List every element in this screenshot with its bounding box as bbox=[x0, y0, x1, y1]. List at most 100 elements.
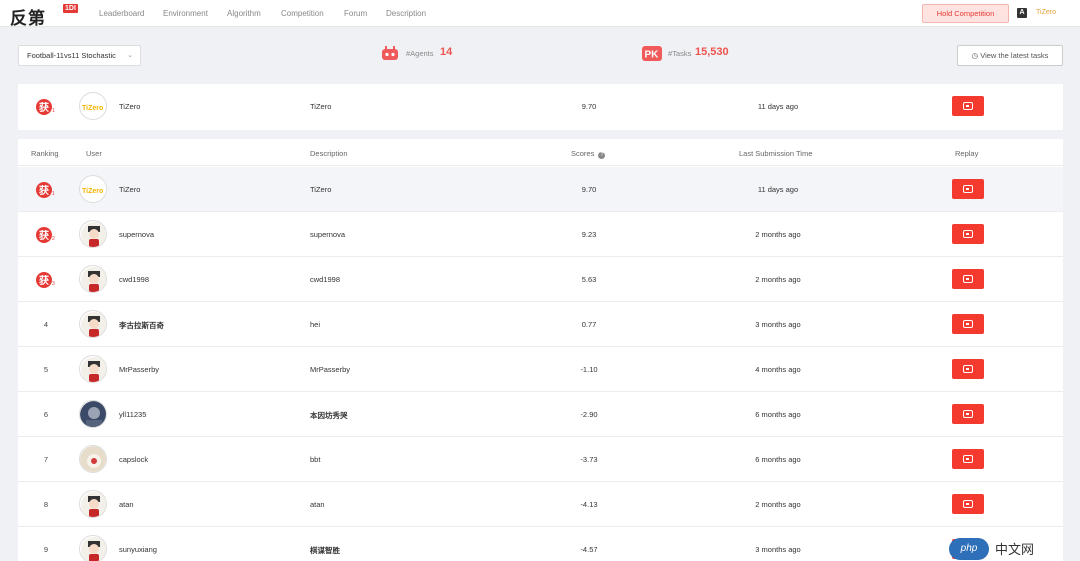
nav-environment[interactable]: Environment bbox=[163, 9, 208, 18]
nav-competition[interactable]: Competition bbox=[281, 9, 324, 18]
nav-forum[interactable]: Forum bbox=[344, 9, 367, 18]
replay-button[interactable] bbox=[952, 179, 984, 199]
tizero-logo-icon: TiZero bbox=[82, 188, 103, 195]
medal-icon: 获2 bbox=[36, 227, 55, 243]
tizero-logo-icon: TiZero bbox=[82, 105, 103, 112]
user-name[interactable]: cwd1998 bbox=[119, 275, 149, 284]
svg-text:1: 1 bbox=[52, 191, 55, 197]
submission-time: 11 days ago bbox=[757, 102, 799, 111]
rank-cell: 9 bbox=[43, 545, 49, 554]
agents-label: #Agents bbox=[406, 49, 434, 58]
rank-cell: 6 bbox=[43, 410, 49, 419]
tasks-stat: PK #Tasks 15,530 bbox=[642, 45, 752, 63]
table-row: 获 2 supernova supernova 9.23 2 months ago bbox=[18, 212, 1063, 257]
description: 本因坊秀哭 bbox=[310, 411, 348, 420]
leaderboard-table: Ranking User Description Scores ? Last S… bbox=[18, 139, 1063, 561]
user-name[interactable]: capslock bbox=[119, 455, 148, 464]
top-nav: 反第 1DI Leaderboard Environment Algorithm… bbox=[0, 0, 1080, 29]
avatar: TiZero bbox=[79, 92, 107, 120]
table-row: 4 李古拉斯百奇 hei 0.77 3 months ago bbox=[18, 302, 1063, 347]
user-name[interactable]: TiZero bbox=[119, 102, 140, 111]
description: TiZero bbox=[310, 102, 332, 111]
hold-competition-button[interactable]: Hold Competition bbox=[922, 4, 1009, 23]
video-icon bbox=[963, 230, 973, 238]
score: -4.57 bbox=[580, 545, 598, 554]
header-last-submission: Last Submission Time bbox=[739, 149, 813, 158]
video-icon bbox=[963, 102, 973, 110]
video-icon bbox=[963, 500, 973, 508]
table-header: Ranking User Description Scores ? Last S… bbox=[18, 139, 1063, 166]
help-icon[interactable]: ? bbox=[598, 152, 606, 159]
replay-button[interactable] bbox=[952, 269, 984, 289]
header-user: User bbox=[86, 149, 102, 158]
character-avatar-icon bbox=[81, 537, 106, 561]
score: 5.63 bbox=[581, 275, 597, 284]
watermark-text: 中文网 bbox=[995, 542, 1035, 557]
view-latest-tasks-button[interactable]: ◷ View the latest tasks bbox=[957, 45, 1063, 66]
rank-cell: 获3 bbox=[32, 257, 60, 302]
replay-button[interactable] bbox=[952, 449, 984, 469]
medal-icon: 获1 bbox=[36, 182, 55, 198]
agents-value: 14 bbox=[440, 46, 453, 58]
user-name[interactable]: sunyuxiang bbox=[119, 545, 157, 554]
site-logo[interactable]: 反第 bbox=[10, 4, 46, 29]
svg-text:获: 获 bbox=[38, 101, 49, 114]
video-icon bbox=[963, 455, 973, 463]
score: -4.13 bbox=[580, 500, 598, 509]
score: 9.23 bbox=[581, 230, 597, 239]
submission-time: 6 months ago bbox=[755, 455, 801, 464]
replay-button[interactable] bbox=[952, 96, 984, 116]
nav-description[interactable]: Description bbox=[386, 9, 426, 18]
avatar bbox=[79, 355, 107, 383]
replay-button[interactable] bbox=[952, 224, 984, 244]
replay-button[interactable] bbox=[952, 404, 984, 424]
score: -1.10 bbox=[580, 365, 598, 374]
svg-text:3: 3 bbox=[52, 281, 55, 287]
view-latest-tasks-label: View the latest tasks bbox=[980, 51, 1049, 60]
table-row: 5 MrPasserby MrPasserby -1.10 4 months ago bbox=[18, 347, 1063, 392]
character-avatar-icon bbox=[81, 357, 106, 382]
rank-cell: 4 bbox=[43, 320, 49, 329]
user-name[interactable]: atan bbox=[119, 500, 134, 509]
svg-text:获: 获 bbox=[38, 229, 49, 242]
svg-text:PK: PK bbox=[645, 50, 660, 61]
user-menu[interactable]: TiZero bbox=[1036, 9, 1056, 16]
avatar bbox=[79, 445, 107, 473]
user-name[interactable]: MrPasserby bbox=[119, 365, 159, 374]
nav-algorithm[interactable]: Algorithm bbox=[227, 9, 261, 18]
logo-badge: 1DI bbox=[63, 4, 78, 13]
watermark: php 中文网 bbox=[949, 536, 1080, 561]
my-entry-row: 获 1 TiZero TiZero TiZero 9.70 11 days ag… bbox=[18, 84, 1063, 129]
clock-icon: ◷ bbox=[971, 51, 979, 60]
nav-leaderboard[interactable]: Leaderboard bbox=[99, 9, 144, 18]
replay-button[interactable] bbox=[952, 494, 984, 514]
submission-time: 2 months ago bbox=[755, 500, 801, 509]
header-scores: Scores ? bbox=[571, 149, 606, 159]
rank-cell: 获 1 bbox=[32, 84, 60, 129]
svg-text:获: 获 bbox=[38, 184, 49, 197]
table-row: 6 yll11235 本因坊秀哭 -2.90 6 months ago bbox=[18, 392, 1063, 437]
character-avatar-icon bbox=[81, 222, 106, 247]
chevron-down-icon: ⌄ bbox=[127, 52, 133, 59]
score: 9.70 bbox=[581, 185, 597, 194]
medal-icon: 获3 bbox=[36, 272, 55, 288]
photo-avatar-icon bbox=[80, 401, 106, 427]
avatar bbox=[79, 310, 107, 338]
description: TiZero bbox=[310, 185, 332, 194]
user-name[interactable]: 李古拉斯百奇 bbox=[119, 320, 164, 331]
avatar bbox=[79, 490, 107, 518]
replay-button[interactable] bbox=[952, 314, 984, 334]
submission-time: 2 months ago bbox=[755, 230, 801, 239]
replay-button[interactable] bbox=[952, 359, 984, 379]
user-name[interactable]: yll11235 bbox=[119, 410, 146, 419]
user-name[interactable]: supernova bbox=[119, 230, 154, 239]
user-name[interactable]: TiZero bbox=[119, 185, 140, 194]
robot-icon bbox=[382, 46, 398, 60]
environment-select[interactable]: Football-11vs11 Stochastic ⌄ bbox=[18, 45, 141, 66]
submission-time: 4 months ago bbox=[755, 365, 801, 374]
language-icon[interactable]: A bbox=[1017, 8, 1027, 18]
description: cwd1998 bbox=[310, 275, 341, 284]
environment-select-value: Football-11vs11 Stochastic bbox=[27, 51, 116, 60]
rank-cell: 8 bbox=[43, 500, 49, 509]
my-entry-card: 获 1 TiZero TiZero TiZero 9.70 11 days ag… bbox=[18, 84, 1063, 130]
